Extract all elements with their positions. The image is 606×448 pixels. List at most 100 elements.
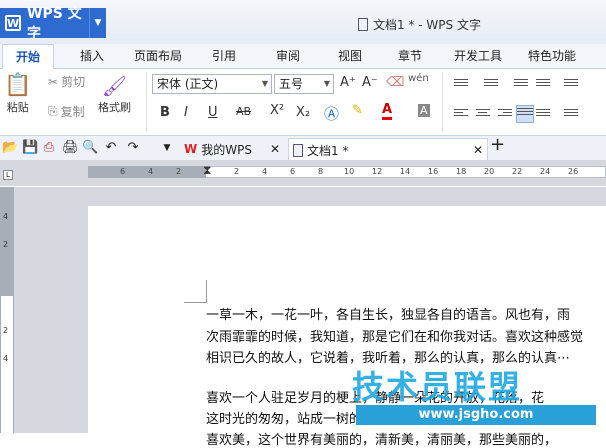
scissors-icon: ✂ xyxy=(48,74,59,89)
app-name: WPS 文字 xyxy=(27,6,82,42)
decrease-indent-icon[interactable] xyxy=(514,77,528,89)
shrink-font-button[interactable]: A⁻ xyxy=(362,75,378,90)
pinyin-button[interactable]: wén xyxy=(408,73,429,84)
chinese-layout-icon[interactable] xyxy=(564,77,578,89)
redo-icon[interactable]: ↷ xyxy=(126,141,140,155)
bold-button[interactable]: B xyxy=(160,105,170,120)
ruler-left-margin xyxy=(88,166,206,178)
line-spacing-icon[interactable] xyxy=(564,107,578,119)
print-icon[interactable]: 🖨 xyxy=(62,141,79,155)
text-effect-icon[interactable]: Ⓐ xyxy=(324,103,339,124)
vruler-tick-label: 2 xyxy=(3,326,9,335)
export-pdf-icon[interactable]: ⎙ xyxy=(42,141,56,155)
wps-logo-icon: W xyxy=(184,142,198,156)
tab-review[interactable]: 审阅 xyxy=(268,44,308,68)
ruler-tick-label: 26 xyxy=(568,167,579,176)
font-size-value: 五号 xyxy=(279,77,304,91)
app-menu-button[interactable]: W WPS 文字 ▼ xyxy=(0,6,106,42)
clear-format-icon[interactable]: ⌫ xyxy=(386,75,404,90)
ribbon-tabs: 开始 插入 页面布局 引用 审阅 视图 章节 开发工具 特色功能 xyxy=(0,44,606,70)
paste-button[interactable]: 📋 粘贴 xyxy=(4,75,31,115)
font-size-select[interactable]: 五号 ▼ xyxy=(274,74,334,94)
ribbon-separator xyxy=(146,73,147,131)
copy-button[interactable]: ⎘ 复制 xyxy=(48,103,85,120)
wps-logo-icon: W xyxy=(5,15,21,31)
ribbon-home: 📋 粘贴 ✂ 剪切 ⎘ 复制 🖌 格式刷 宋体 (正文) ▼ 五号 ▼ A⁺ A⁻ … xyxy=(0,69,606,136)
print-preview-icon[interactable]: 🔍 xyxy=(82,141,98,155)
document-icon xyxy=(293,143,303,157)
window-title: 文档1 * - WPS 文字 xyxy=(358,16,481,33)
doc-tab-my-wps[interactable]: W 我的WPS ✕ xyxy=(184,138,284,160)
ribbon-separator xyxy=(442,73,443,131)
ruler-tick-label: 14 xyxy=(400,167,411,176)
indent-marker-icon[interactable]: ⧗ xyxy=(203,163,211,178)
font-color-button[interactable]: A xyxy=(382,103,393,120)
title-bar: W WPS 文字 ▼ 文档1 * - WPS 文字 xyxy=(0,0,606,44)
ruler-tick-label: 8 xyxy=(318,167,324,176)
ruler-tick-label: 2 xyxy=(234,167,240,176)
format-painter-label: 格式刷 xyxy=(98,101,131,114)
close-icon[interactable]: ✕ xyxy=(270,142,280,156)
cut-label: 剪切 xyxy=(61,75,86,89)
tab-page-layout[interactable]: 页面布局 xyxy=(128,44,188,68)
save-icon[interactable]: 💾 xyxy=(22,141,38,155)
justify-icon[interactable] xyxy=(516,105,534,123)
font-name-select[interactable]: 宋体 (正文) ▼ xyxy=(152,74,272,94)
tab-stop-selector[interactable]: L xyxy=(3,170,13,180)
tab-references[interactable]: 引用 xyxy=(204,44,244,68)
ruler-tick-label: 6 xyxy=(120,167,126,176)
tab-home[interactable]: 开始 xyxy=(2,44,54,70)
highlight-icon[interactable]: ✎ xyxy=(352,103,363,118)
open-folder-icon[interactable]: 📂 xyxy=(2,141,18,155)
bullet-list-icon[interactable] xyxy=(454,77,468,89)
document-line[interactable]: 次雨霏霏的时候，我知道，那是它们在和你我对话。喜欢这种感觉 xyxy=(206,326,583,345)
strikethrough-button[interactable]: AB xyxy=(236,105,251,118)
align-right-icon[interactable] xyxy=(498,107,512,119)
format-painter-button[interactable]: 🖌 格式刷 xyxy=(98,75,131,115)
doc-tab-document1[interactable]: 文档1 * ✕ xyxy=(288,138,488,161)
undo-icon[interactable]: ↶ xyxy=(104,141,118,155)
char-shading-button[interactable]: A xyxy=(418,104,430,117)
doc-tab-label: 文档1 * xyxy=(307,143,349,158)
increase-indent-icon[interactable] xyxy=(536,77,550,89)
subscript-button[interactable]: X₂ xyxy=(296,105,310,120)
document-line[interactable]: 一草一木，一花一叶，各自生长，独显各自的语言。风也有，雨 xyxy=(206,304,570,323)
document-icon xyxy=(358,18,368,31)
quick-access-bar: 📂 💾 ⎙ 🖨 🔍 ↶ ↷ ▼ W 我的WPS ✕ 文档1 * ✕ + xyxy=(0,136,606,161)
clipboard-icon: 📋 xyxy=(4,73,32,98)
close-icon[interactable]: ✕ xyxy=(473,143,483,157)
new-tab-plus-icon[interactable]: + xyxy=(490,136,505,154)
align-center-icon[interactable] xyxy=(476,107,490,119)
document-line[interactable]: 喜欢美，这个世界有美丽的，清新美，清丽美，那些美丽的， xyxy=(206,429,557,448)
ruler-tick-label: 2 xyxy=(176,167,182,176)
tab-view[interactable]: 视图 xyxy=(330,44,370,68)
copy-icon: ⎘ xyxy=(48,104,58,118)
ruler-tick-label: 10 xyxy=(344,167,355,176)
tab-developer[interactable]: 开发工具 xyxy=(448,44,508,68)
tab-chapter[interactable]: 章节 xyxy=(390,44,430,68)
window-title-text: 文档1 * - WPS 文字 xyxy=(373,18,481,32)
ruler-tick-label: 6 xyxy=(290,167,296,176)
ruler-tick-label: 20 xyxy=(484,167,495,176)
grow-font-button[interactable]: A⁺ xyxy=(340,75,356,90)
tab-special[interactable]: 特色功能 xyxy=(522,44,582,68)
superscript-button[interactable]: X² xyxy=(270,103,284,118)
distributed-align-icon[interactable] xyxy=(536,107,550,119)
chevron-down-icon[interactable]: ▼ xyxy=(88,8,106,38)
tab-insert[interactable]: 插入 xyxy=(72,44,112,68)
ruler-tick-label: 18 xyxy=(456,167,467,176)
underline-button[interactable]: U xyxy=(208,105,218,120)
italic-button[interactable]: I xyxy=(184,105,188,120)
vruler-tick-label: 2 xyxy=(3,240,9,249)
watermark-url: www.jsgho.com xyxy=(356,405,596,425)
numbered-list-icon[interactable] xyxy=(484,77,498,89)
ruler-tick-label: 4 xyxy=(148,167,154,176)
align-left-icon[interactable] xyxy=(454,107,468,119)
ruler-tick-label: 16 xyxy=(428,167,439,176)
ruler-tick-label: 22 xyxy=(512,167,523,176)
chevron-down-icon[interactable]: ▼ xyxy=(160,141,174,155)
page-margin-corner-mark xyxy=(184,280,207,303)
chevron-down-icon: ▼ xyxy=(261,79,268,88)
vruler-tick-label: 4 xyxy=(3,212,9,221)
cut-button[interactable]: ✂ 剪切 xyxy=(48,73,85,90)
